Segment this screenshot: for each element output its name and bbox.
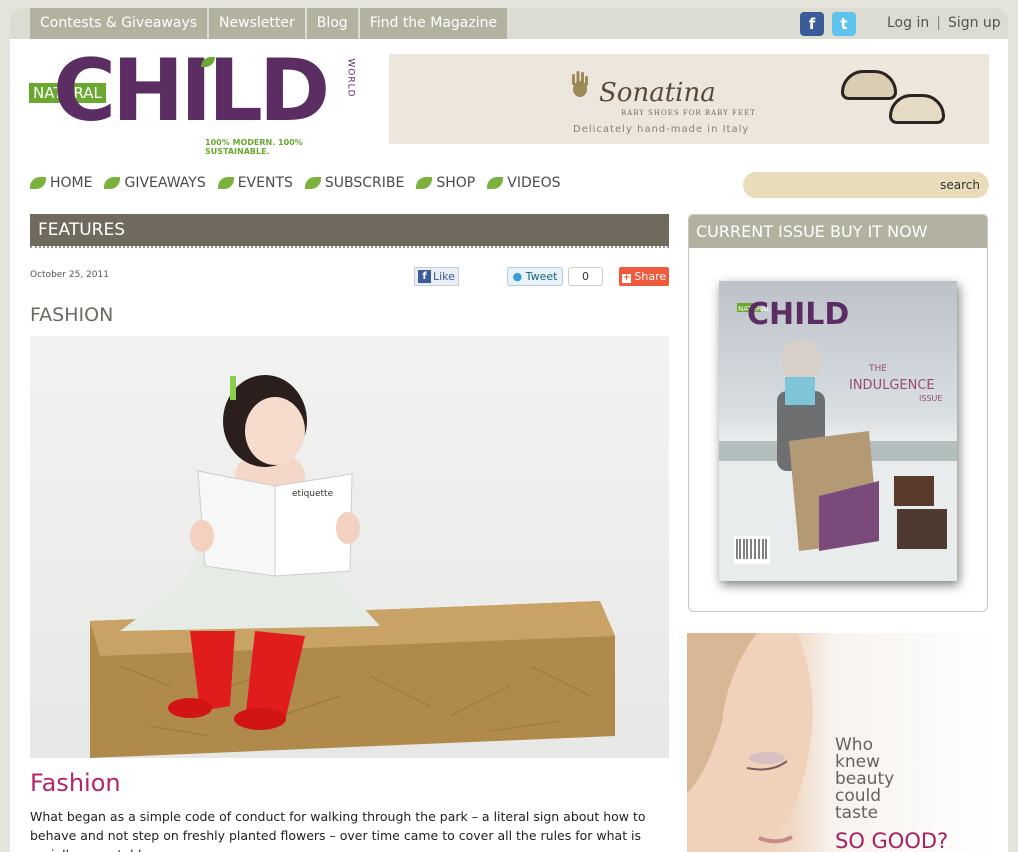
plus-icon: +	[621, 273, 631, 283]
current-issue-panel: CURRENT ISSUE BUY IT NOW NATURAL CHILD T…	[688, 214, 988, 612]
tweet-count: 0	[568, 267, 603, 286]
nav-item-shop[interactable]: SHOP	[416, 175, 475, 191]
sonatina-banner-ad[interactable]: Sonatina BABY SHOES FOR BABY FEET Delica…	[389, 54, 989, 144]
current-issue-heading[interactable]: CURRENT ISSUE BUY IT NOW	[689, 215, 987, 248]
nav-label: SUBSCRIBE	[324, 175, 405, 191]
dotted-divider	[30, 246, 669, 248]
banner-description: Delicately hand-made in Italy	[573, 124, 750, 135]
tweet-button[interactable]: ● Tweet	[507, 267, 563, 286]
share-button[interactable]: + Share	[619, 267, 669, 286]
twitter-bird-icon: ●	[512, 270, 523, 283]
section-title: FASHION	[30, 304, 114, 326]
shoe-image	[841, 70, 897, 100]
main-nav: HOME GIVEAWAYS EVENTS SUBSCRIBE SHOP VID…	[30, 175, 561, 191]
top-link-contests[interactable]: Contests & Giveaways	[30, 8, 208, 39]
banner-brand: Sonatina	[599, 78, 716, 108]
social-icons: f t	[800, 12, 856, 36]
site-logo[interactable]: NATURAL CHILD WORLD 100% MODERN. 100% SU…	[29, 41, 359, 156]
tweet-label: Tweet	[525, 270, 558, 283]
top-link-blog[interactable]: Blog	[306, 8, 358, 39]
woman-face-image	[687, 633, 813, 852]
cover-headline-bottom: ISSUE	[919, 394, 942, 403]
leaf-icon	[416, 177, 433, 189]
search-box: search	[743, 172, 989, 198]
top-link-find-magazine[interactable]: Find the Magazine	[359, 8, 508, 39]
article-body: What began as a simple code of conduct f…	[30, 809, 646, 852]
ad-punchline: SO GOOD?	[835, 829, 949, 852]
nav-item-subscribe[interactable]: SUBSCRIBE	[304, 175, 405, 191]
nav-label: EVENTS	[237, 175, 293, 191]
leaf-icon	[104, 177, 121, 189]
leaf-icon	[304, 177, 321, 189]
twitter-icon[interactable]: t	[832, 12, 856, 36]
top-bar: Contests & Giveaways Newsletter Blog Fin…	[10, 8, 1008, 39]
features-heading: FEATURES	[30, 214, 669, 246]
like-label: Like	[433, 270, 455, 283]
banner-subtitle: BABY SHOES FOR BABY FEET	[621, 109, 756, 117]
post-date: October 25, 2011	[30, 270, 109, 280]
facebook-icon: f	[418, 270, 431, 283]
article-title[interactable]: Fashion	[30, 769, 121, 797]
signup-link[interactable]: Sign up	[941, 8, 1008, 39]
top-link-newsletter[interactable]: Newsletter	[209, 8, 305, 39]
nav-item-videos[interactable]: VIDEOS	[487, 175, 561, 191]
nav-item-home[interactable]: HOME	[30, 175, 92, 191]
facebook-icon[interactable]: f	[800, 12, 824, 36]
shoe-image	[889, 94, 945, 124]
logo-child: CHILD	[53, 41, 330, 141]
ad-copy: Who knew beauty could taste	[835, 737, 915, 822]
leaf-icon	[30, 177, 46, 189]
nav-item-giveaways[interactable]: GIVEAWAYS	[104, 175, 206, 191]
page-content: NATURAL CHILD WORLD 100% MODERN. 100% SU…	[10, 39, 1008, 852]
magazine-cover[interactable]: NATURAL CHILD THE INDULGENCE ISSUE	[719, 281, 957, 581]
leaf-icon	[217, 177, 234, 189]
logo-tagline: 100% MODERN. 100% SUSTAINABLE.	[205, 138, 303, 156]
girl-on-haybale-image: etiquette	[90, 375, 615, 758]
auth-links: Log in | Sign up	[880, 8, 1008, 39]
cover-headline-top: THE	[868, 364, 887, 374]
nav-label: VIDEOS	[507, 175, 561, 191]
ad-copy-line: taste	[835, 803, 879, 823]
share-label: Share	[634, 270, 667, 283]
cover-headline: INDULGENCE	[849, 378, 935, 393]
handprint-icon	[572, 71, 588, 97]
nav-label: SHOP	[436, 175, 476, 191]
article-photo[interactable]: etiquette	[30, 336, 669, 758]
facebook-like-button[interactable]: f Like	[414, 267, 459, 286]
book-title: etiquette	[292, 489, 334, 499]
leaf-icon	[487, 177, 504, 189]
nav-item-events[interactable]: EVENTS	[217, 175, 293, 191]
login-link[interactable]: Log in	[880, 8, 936, 39]
cover-child: CHILD	[747, 297, 849, 332]
top-links: Contests & Giveaways Newsletter Blog Fin…	[30, 8, 509, 39]
beauty-ad[interactable]: Who knew beauty could taste SO GOOD?	[687, 633, 992, 852]
nav-label: GIVEAWAYS	[124, 175, 206, 191]
logo-world: WORLD	[345, 58, 356, 98]
search-input[interactable]	[753, 175, 933, 195]
nav-label: HOME	[50, 175, 93, 191]
search-button[interactable]: search	[940, 172, 980, 198]
magazine-cover-image: NATURAL CHILD THE INDULGENCE ISSUE	[719, 297, 957, 581]
